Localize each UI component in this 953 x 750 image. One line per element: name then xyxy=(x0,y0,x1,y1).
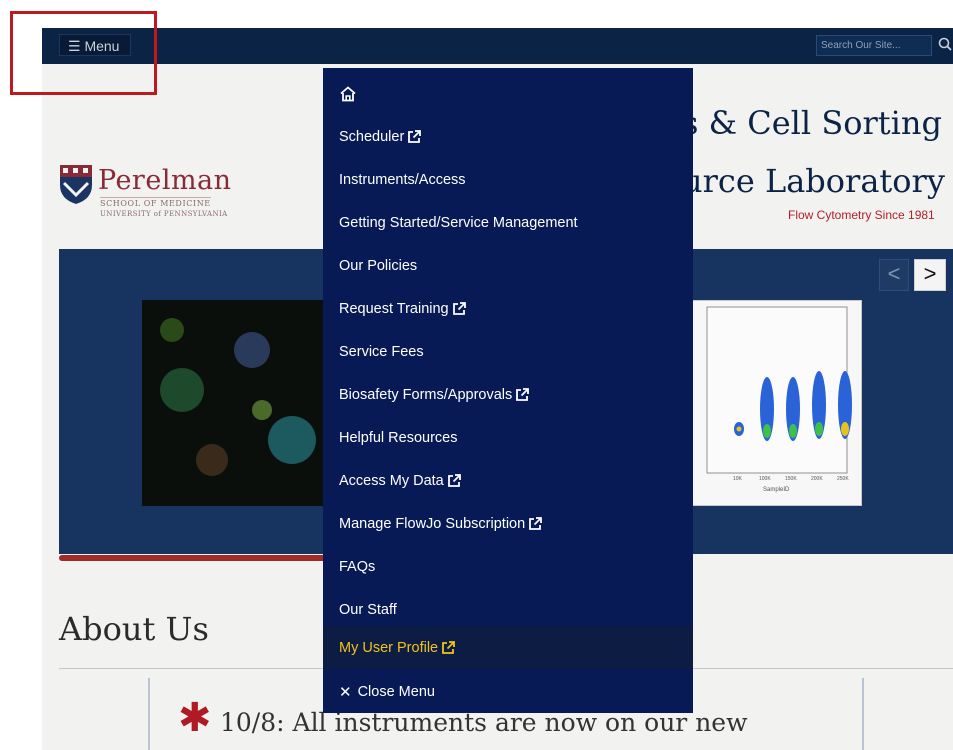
search-icon[interactable] xyxy=(938,37,952,51)
external-link-icon xyxy=(529,517,543,530)
menu-item-label: Request Training xyxy=(339,300,449,317)
site-tagline: Flow Cytometry Since 1981 xyxy=(788,208,935,222)
plot-xlabel: SampleID xyxy=(763,487,790,493)
menu-item-our-staff[interactable]: Our Staff xyxy=(323,588,693,631)
menu-item-label: Our Policies xyxy=(339,257,418,274)
home-icon xyxy=(340,85,356,101)
menu-item-biosafety-forms[interactable]: Biosafety Forms/Approvals xyxy=(323,373,693,416)
menu-item-label: Manage FlowJo Subscription xyxy=(339,515,526,532)
menu-item-label: Helpful Resources xyxy=(339,429,458,446)
external-link-icon xyxy=(442,641,456,654)
menu-item-our-policies[interactable]: Our Policies xyxy=(323,244,693,287)
menu-item-label: My User Profile xyxy=(339,639,439,656)
top-bar: ☰ Menu Search Our Site... xyxy=(42,28,953,64)
menu-item-label: Biosafety Forms/Approvals xyxy=(339,386,513,403)
logo-name: Perelman xyxy=(98,165,232,196)
external-link-icon xyxy=(447,474,461,487)
search-input[interactable]: Search Our Site... xyxy=(816,35,932,56)
menu-item-instruments-access[interactable]: Instruments/Access xyxy=(323,158,693,201)
asterisk-icon: ✱ xyxy=(178,696,212,740)
menu-item-service-fees[interactable]: Service Fees xyxy=(323,330,693,373)
external-link-icon xyxy=(408,130,422,143)
about-us-heading: About Us xyxy=(59,610,209,648)
menu-item-home[interactable] xyxy=(323,72,693,115)
carousel-prev-button[interactable]: < xyxy=(879,259,909,291)
site-title-line1: s & Cell Sorting xyxy=(682,104,942,142)
menu-item-label: Access My Data xyxy=(339,472,444,489)
plot-tick: 250K xyxy=(837,476,849,482)
highlight-annotation xyxy=(10,11,157,95)
nav-dropdown-menu: Scheduler Instruments/Access Getting Sta… xyxy=(323,68,693,713)
close-menu-label: Close Menu xyxy=(357,683,435,700)
menu-item-getting-started[interactable]: Getting Started/Service Management xyxy=(323,201,693,244)
menu-item-request-training[interactable]: Request Training xyxy=(323,287,693,330)
plot-tick: 100K xyxy=(759,476,771,482)
carousel-progress-bar xyxy=(59,555,331,561)
external-link-icon xyxy=(452,302,466,315)
carousel-image-microscope xyxy=(142,300,332,506)
menu-item-scheduler[interactable]: Scheduler xyxy=(323,115,693,158)
menu-item-helpful-resources[interactable]: Helpful Resources xyxy=(323,416,693,459)
menu-item-my-user-profile[interactable]: My User Profile xyxy=(323,626,693,669)
site-title-line2: urce Laboratory xyxy=(682,162,945,200)
plot-tick: 200K xyxy=(811,476,823,482)
page: ☰ Menu Search Our Site... Perelman SCHOO… xyxy=(42,28,953,750)
perelman-logo[interactable]: Perelman SCHOOL OF MEDICINE UNIVERSITY o… xyxy=(58,163,248,221)
menu-close-button[interactable]: ✕ Close Menu xyxy=(323,670,693,713)
logo-subtitle: SCHOOL OF MEDICINE xyxy=(100,197,211,208)
carousel-image-flow-plot: 10K 100K 150K 200K 250K SampleID xyxy=(692,300,862,506)
menu-item-label: Scheduler xyxy=(339,128,405,145)
menu-item-label: Getting Started/Service Management xyxy=(339,214,578,231)
menu-item-access-my-data[interactable]: Access My Data xyxy=(323,459,693,502)
close-icon: ✕ xyxy=(339,683,352,701)
menu-item-label: Our Staff xyxy=(339,601,397,618)
menu-item-label: Service Fees xyxy=(339,343,424,360)
menu-item-manage-flowjo[interactable]: Manage FlowJo Subscription xyxy=(323,502,693,545)
plot-tick: 10K xyxy=(733,476,742,482)
carousel-next-button[interactable]: > xyxy=(914,259,946,291)
menu-item-faqs[interactable]: FAQs xyxy=(323,545,693,588)
penn-shield-icon xyxy=(60,165,92,204)
menu-item-label: FAQs xyxy=(339,558,376,575)
logo-university: UNIVERSITY of PENNSYLVANIA xyxy=(100,210,228,218)
menu-item-label: Instruments/Access xyxy=(339,171,466,188)
external-link-icon xyxy=(516,388,530,401)
plot-tick: 150K xyxy=(785,476,797,482)
